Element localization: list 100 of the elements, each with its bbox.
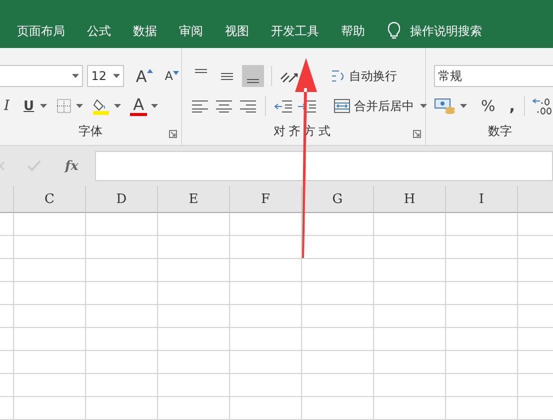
ribbon-tab[interactable]: 开发工具 [260,22,330,40]
caret-icon[interactable] [420,104,427,108]
sheet-cell[interactable] [374,351,446,374]
sheet-cell[interactable] [374,397,446,420]
sheet-cell[interactable] [446,259,518,282]
sheet-cell[interactable] [302,282,374,305]
percent-button[interactable]: % [479,97,498,115]
sheet-cell[interactable] [158,397,230,420]
sheet-cell[interactable] [230,305,302,328]
sheet-cell[interactable] [0,259,14,282]
sheet-cell[interactable] [158,305,230,328]
font-size-dropdown[interactable]: 12 [87,65,124,87]
sheet-cell[interactable] [158,259,230,282]
sheet-cell[interactable] [374,374,446,397]
sheet-cell[interactable] [0,351,14,374]
sheet-cell[interactable] [446,351,518,374]
ribbon-tab[interactable]: 审阅 [168,22,214,40]
font-color-button[interactable]: A [130,96,148,116]
sheet-cell[interactable] [374,305,446,328]
underline-button[interactable]: U [22,98,36,114]
increase-indent-icon[interactable] [297,99,317,113]
sheet-cell[interactable] [0,213,14,236]
sheet-cell[interactable] [230,374,302,397]
sheet-cell[interactable] [86,282,158,305]
sheet-cell[interactable] [158,236,230,259]
sheet-cell[interactable] [230,328,302,351]
sheet-cell[interactable] [158,282,230,305]
decrease-indent-icon[interactable] [273,99,293,113]
column-header[interactable]: F [230,186,302,213]
sheet-cell[interactable] [446,213,518,236]
ribbon-tab[interactable]: 视图 [214,22,260,40]
sheet-cell[interactable] [0,328,14,351]
sheet-cell[interactable] [374,213,446,236]
sheet-cell[interactable] [158,213,230,236]
caret-icon[interactable] [112,74,120,78]
decrease-font-size-button[interactable]: A [162,69,181,83]
sheet-cell[interactable] [14,282,86,305]
sheet-cell[interactable] [14,259,86,282]
increase-decimal-icon[interactable] [532,97,553,115]
formula-input-field[interactable] [95,151,553,181]
sheet-cell[interactable] [446,374,518,397]
sheet-cell[interactable] [0,397,14,420]
sheet-cell[interactable] [446,282,518,305]
insert-function-button[interactable]: fx [65,158,93,174]
sheet-cell[interactable] [302,328,374,351]
align-left-icon[interactable] [190,99,210,113]
sheet-cell[interactable] [14,351,86,374]
ribbon-tab[interactable]: 公式 [76,22,122,40]
sheet-cell[interactable] [86,397,158,420]
borders-icon[interactable] [56,98,72,114]
sheet-cell[interactable] [86,305,158,328]
wrap-text-button[interactable]: 自动换行 [328,67,399,85]
sheet-cell[interactable] [14,213,86,236]
sheet-cell[interactable] [446,236,518,259]
column-header[interactable]: D [86,186,158,213]
caret-icon[interactable] [151,104,158,108]
sheet-cell[interactable] [302,351,374,374]
sheet-cell[interactable] [230,351,302,374]
enter-check-icon[interactable] [27,160,41,172]
ribbon-tab[interactable]: 页面布局 [6,22,76,40]
sheet-cell[interactable] [302,374,374,397]
sheet-cell[interactable] [302,397,374,420]
sheet-cell[interactable] [14,374,86,397]
column-header[interactable] [0,186,14,213]
sheet-cell[interactable] [302,259,374,282]
sheet-cell[interactable] [0,282,14,305]
ribbon-tab[interactable]: 数据 [122,22,168,40]
column-header[interactable]: C [14,186,86,213]
sheet-cell[interactable] [0,305,14,328]
currency-icon[interactable] [434,97,456,115]
sheet-cell[interactable] [302,305,374,328]
column-header[interactable]: E [158,186,230,213]
sheet-cell[interactable] [0,374,14,397]
sheet-cell[interactable] [374,236,446,259]
merge-center-button[interactable]: 合并后居中 [331,98,416,114]
sheet-cell[interactable] [230,259,302,282]
sheet-cell[interactable] [230,397,302,420]
sheet-cell[interactable] [230,282,302,305]
increase-font-size-button[interactable]: A [134,66,155,86]
align-center-icon[interactable] [214,99,234,113]
sheet-cell[interactable] [374,259,446,282]
sheet-cell[interactable] [14,236,86,259]
sheet-cell[interactable] [158,351,230,374]
sheet-cell[interactable] [14,305,86,328]
sheet-cell[interactable] [0,236,14,259]
caret-icon[interactable] [114,104,122,108]
fill-color-icon[interactable] [92,97,110,115]
column-header[interactable]: G [302,186,374,213]
dialog-launcher-icon[interactable] [169,130,177,138]
caret-icon[interactable] [72,74,80,78]
align-right-icon[interactable] [238,99,258,113]
column-header[interactable]: H [374,186,446,213]
sheet-cell[interactable] [446,305,518,328]
italic-button[interactable]: I [2,98,12,114]
sheet-cell[interactable] [86,213,158,236]
sheet-cell[interactable] [86,328,158,351]
vertical-align-button[interactable] [242,65,264,87]
caret-icon[interactable] [76,104,84,108]
sheet-cell[interactable] [14,328,86,351]
sheet-cell[interactable] [446,328,518,351]
